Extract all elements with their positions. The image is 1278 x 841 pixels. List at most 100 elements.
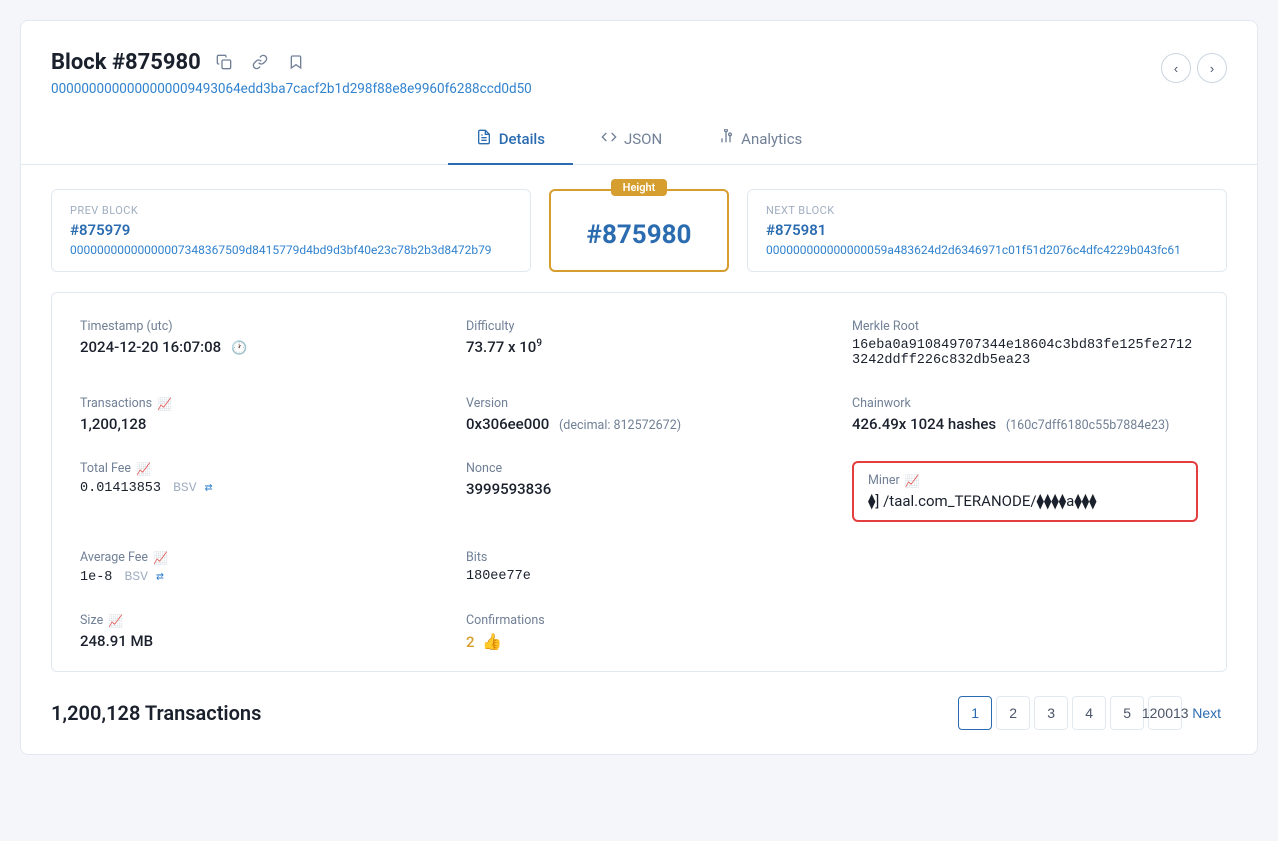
- json-tab-icon: [601, 129, 617, 149]
- miner-label: Miner 📈: [868, 473, 1182, 488]
- transactions-label: Transactions 📈: [80, 396, 426, 411]
- confirmations-label: Confirmations: [466, 613, 812, 628]
- detail-chainwork: Chainwork 426.49x 1024 hashes (160c7dff6…: [852, 396, 1198, 433]
- page-btn-4[interactable]: 4: [1072, 696, 1106, 730]
- next-block-hash: 000000000000000059a483624d2d6346971c01f5…: [766, 243, 1208, 257]
- tab-json[interactable]: JSON: [573, 115, 690, 165]
- average-fee-value: 1e-8 BSV ⇄: [80, 569, 426, 585]
- difficulty-label: Difficulty: [466, 319, 812, 334]
- next-block-number: #875981: [766, 221, 1208, 239]
- size-value: 248.91 MB: [80, 632, 426, 650]
- block-header: Block #875980: [51, 49, 1227, 97]
- tab-details[interactable]: Details: [448, 115, 573, 165]
- transaction-count: 1,200,128 Transactions: [51, 701, 261, 725]
- tab-analytics-label: Analytics: [741, 130, 802, 148]
- prev-block-hash: 00000000000000007348367509d8415779d4bd9d…: [70, 243, 512, 257]
- link-button[interactable]: [247, 49, 273, 75]
- merkle-root-value: 16eba0a910849707344e18604c3bd83fe125fe27…: [852, 338, 1198, 368]
- page-btn-1[interactable]: 1: [958, 696, 992, 730]
- detail-difficulty: Difficulty 73.77 x 109: [466, 319, 812, 368]
- details-tab-icon: [476, 129, 492, 149]
- bits-label: Bits: [466, 550, 812, 565]
- next-block-card[interactable]: NEXT BLOCK #875981 000000000000000059a48…: [747, 189, 1227, 272]
- total-fee-label: Total Fee 📈: [80, 461, 426, 476]
- nonce-value: 3999593836: [466, 480, 812, 498]
- difficulty-value: 73.77 x 109: [466, 338, 812, 356]
- detail-transactions: Transactions 📈 1,200,128: [80, 396, 426, 433]
- nonce-label: Nonce: [466, 461, 812, 476]
- current-block-card: Height #875980: [549, 189, 729, 272]
- main-card: Block #875980: [20, 20, 1258, 755]
- detail-nonce: Nonce 3999593836: [466, 461, 812, 522]
- current-block-number: #875980: [587, 220, 692, 250]
- miner-value: ⧫] /taal.com_TERANODE/⧫⧫⧫⧫a⧫⧫⧫: [868, 492, 1182, 510]
- block-hash[interactable]: 0000000000000000009493064edd3ba7cacf2b1d…: [51, 81, 532, 97]
- detail-bits: Bits 180ee77e: [466, 550, 812, 585]
- pagination: 1 2 3 4 5 120013 Next: [958, 696, 1227, 730]
- detail-miner: Miner 📈 ⧫] /taal.com_TERANODE/⧫⧫⧫⧫a⧫⧫⧫: [852, 461, 1198, 522]
- next-block-label: NEXT BLOCK: [766, 204, 1208, 217]
- details-grid: Timestamp (utc) 2024-12-20 16:07:08 🕐 Di…: [80, 319, 1198, 651]
- page-btn-5[interactable]: 5: [1110, 696, 1144, 730]
- miner-box: Miner 📈 ⧫] /taal.com_TERANODE/⧫⧫⧫⧫a⧫⧫⧫: [852, 461, 1198, 522]
- size-trend-icon: 📈: [108, 614, 123, 628]
- detail-merkle-root: Merkle Root 16eba0a910849707344e18604c3b…: [852, 319, 1198, 368]
- detail-confirmations: Confirmations 2 👍: [466, 613, 812, 651]
- block-nav: PREV BLOCK #875979 000000000000000073483…: [51, 189, 1227, 272]
- prev-nav-arrow[interactable]: ‹: [1161, 53, 1191, 83]
- tab-details-label: Details: [499, 130, 545, 148]
- average-fee-label: Average Fee 📈: [80, 550, 426, 565]
- prev-block-label: PREV BLOCK: [70, 204, 512, 217]
- avg-fee-trend-icon: 📈: [153, 551, 168, 565]
- page-btn-3[interactable]: 3: [1034, 696, 1068, 730]
- footer-row: 1,200,128 Transactions 1 2 3 4 5 120013 …: [51, 696, 1227, 730]
- size-label: Size 📈: [80, 613, 426, 628]
- avg-fee-currency: BSV: [125, 569, 148, 584]
- nav-arrows: ‹ ›: [1161, 53, 1227, 83]
- copy-button[interactable]: [211, 49, 237, 75]
- chainwork-value: 426.49x 1024 hashes (160c7dff6180c55b788…: [852, 415, 1198, 433]
- analytics-tab-icon: [718, 129, 734, 149]
- prev-block-card[interactable]: PREV BLOCK #875979 000000000000000073483…: [51, 189, 531, 272]
- detail-average-fee: Average Fee 📈 1e-8 BSV ⇄: [80, 550, 426, 585]
- detail-empty: [852, 550, 1198, 585]
- timestamp-clock-icon: 🕐: [231, 341, 247, 356]
- page-btn-2[interactable]: 2: [996, 696, 1030, 730]
- tab-analytics[interactable]: Analytics: [690, 115, 830, 165]
- merkle-root-label: Merkle Root: [852, 319, 1198, 334]
- block-title: Block #875980: [51, 50, 201, 75]
- swap-icon[interactable]: ⇄: [205, 480, 213, 495]
- next-nav-arrow[interactable]: ›: [1197, 53, 1227, 83]
- transactions-trend-icon: 📈: [157, 397, 172, 411]
- details-box: Timestamp (utc) 2024-12-20 16:07:08 🕐 Di…: [51, 292, 1227, 672]
- version-value: 0x306ee000 (decimal: 812572672): [466, 415, 812, 433]
- tab-json-label: JSON: [624, 130, 662, 148]
- bookmark-button[interactable]: [283, 49, 309, 75]
- version-label: Version: [466, 396, 812, 411]
- detail-version: Version 0x306ee000 (decimal: 812572672): [466, 396, 812, 433]
- page-next-button[interactable]: Next: [1186, 705, 1227, 721]
- detail-size: Size 📈 248.91 MB: [80, 613, 426, 651]
- transactions-value: 1,200,128: [80, 415, 426, 433]
- block-header-left: Block #875980: [51, 49, 532, 97]
- page-btn-last[interactable]: 120013: [1148, 696, 1182, 730]
- chainwork-secondary: (160c7dff6180c55b7884e23): [1006, 418, 1170, 433]
- prev-block-number: #875979: [70, 221, 512, 239]
- block-title-row: Block #875980: [51, 49, 532, 75]
- tabs-bar: Details JSON Analytics: [21, 115, 1257, 165]
- version-decimal: (decimal: 812572672): [559, 418, 681, 433]
- avg-fee-swap-icon[interactable]: ⇄: [156, 569, 164, 584]
- timestamp-value: 2024-12-20 16:07:08 🕐: [80, 338, 426, 356]
- detail-timestamp: Timestamp (utc) 2024-12-20 16:07:08 🕐: [80, 319, 426, 368]
- detail-total-fee: Total Fee 📈 0.01413853 BSV ⇄: [80, 461, 426, 522]
- miner-trend-icon: 📈: [905, 474, 920, 488]
- timestamp-label: Timestamp (utc): [80, 319, 426, 334]
- chainwork-label: Chainwork: [852, 396, 1198, 411]
- confirmations-value: 2 👍: [466, 632, 812, 651]
- confirmations-thumbs-icon: 👍: [482, 632, 502, 651]
- total-fee-currency: BSV: [173, 480, 196, 495]
- total-fee-trend-icon: 📈: [136, 462, 151, 476]
- total-fee-value: 0.01413853 BSV ⇄: [80, 480, 426, 496]
- height-badge: Height: [611, 179, 668, 196]
- bits-value: 180ee77e: [466, 569, 812, 584]
